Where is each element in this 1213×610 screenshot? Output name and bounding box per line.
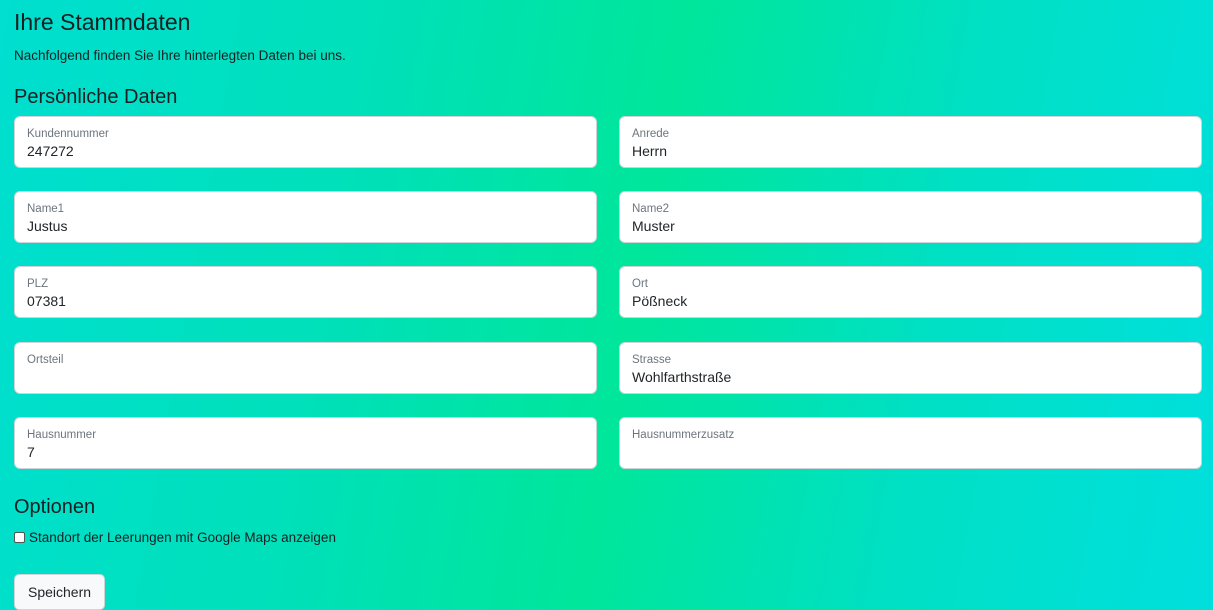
kundennummer-field[interactable]: Kundennummer 247272 — [14, 116, 597, 168]
anrede-field[interactable]: Anrede Herrn — [619, 116, 1202, 168]
name2-value[interactable]: Muster — [632, 217, 1189, 235]
hausnummer-value[interactable]: 7 — [27, 443, 584, 461]
anrede-value[interactable]: Herrn — [632, 142, 1189, 160]
section-title-options: Optionen — [14, 496, 96, 518]
ortsteil-field[interactable]: Ortsteil — [14, 342, 597, 394]
name1-label: Name1 — [27, 203, 65, 215]
plz-field[interactable]: PLZ 07381 — [14, 266, 597, 318]
strasse-field[interactable]: Strasse Wohlfarthstraße — [619, 342, 1202, 394]
hausnummer-label: Hausnummer — [27, 429, 97, 441]
section-title-personal: Persönliche Daten — [14, 86, 178, 108]
kundennummer-value[interactable]: 247272 — [27, 142, 584, 160]
google-maps-checkbox-label: Standort der Leerungen mit Google Maps a… — [29, 530, 336, 545]
page-title: Ihre Stammdaten — [14, 9, 191, 35]
google-maps-checkbox[interactable] — [14, 532, 25, 543]
hausnummerzusatz-label: Hausnummerzusatz — [632, 429, 735, 441]
hausnummer-field[interactable]: Hausnummer 7 — [14, 417, 597, 469]
name2-label: Name2 — [632, 203, 670, 215]
strasse-label: Strasse — [632, 354, 671, 366]
ort-field[interactable]: Ort Pößneck — [619, 266, 1202, 318]
page-subtitle: Nachfolgend finden Sie Ihre hinterlegten… — [14, 48, 346, 63]
ort-value[interactable]: Pößneck — [632, 292, 1189, 310]
name1-value[interactable]: Justus — [27, 217, 584, 235]
ort-label: Ort — [632, 278, 648, 290]
name2-field[interactable]: Name2 Muster — [619, 191, 1202, 243]
plz-value[interactable]: 07381 — [27, 292, 584, 310]
ortsteil-label: Ortsteil — [27, 354, 64, 366]
hausnummerzusatz-field[interactable]: Hausnummerzusatz — [619, 417, 1202, 469]
plz-label: PLZ — [27, 278, 49, 290]
kundennummer-label: Kundennummer — [27, 128, 109, 140]
hausnummerzusatz-value[interactable] — [632, 443, 1189, 461]
ortsteil-value[interactable] — [27, 368, 584, 386]
strasse-value[interactable]: Wohlfarthstraße — [632, 368, 1189, 386]
google-maps-option[interactable]: Standort der Leerungen mit Google Maps a… — [14, 530, 336, 545]
name1-field[interactable]: Name1 Justus — [14, 191, 597, 243]
anrede-label: Anrede — [632, 128, 670, 140]
save-button[interactable]: Speichern — [14, 574, 106, 610]
